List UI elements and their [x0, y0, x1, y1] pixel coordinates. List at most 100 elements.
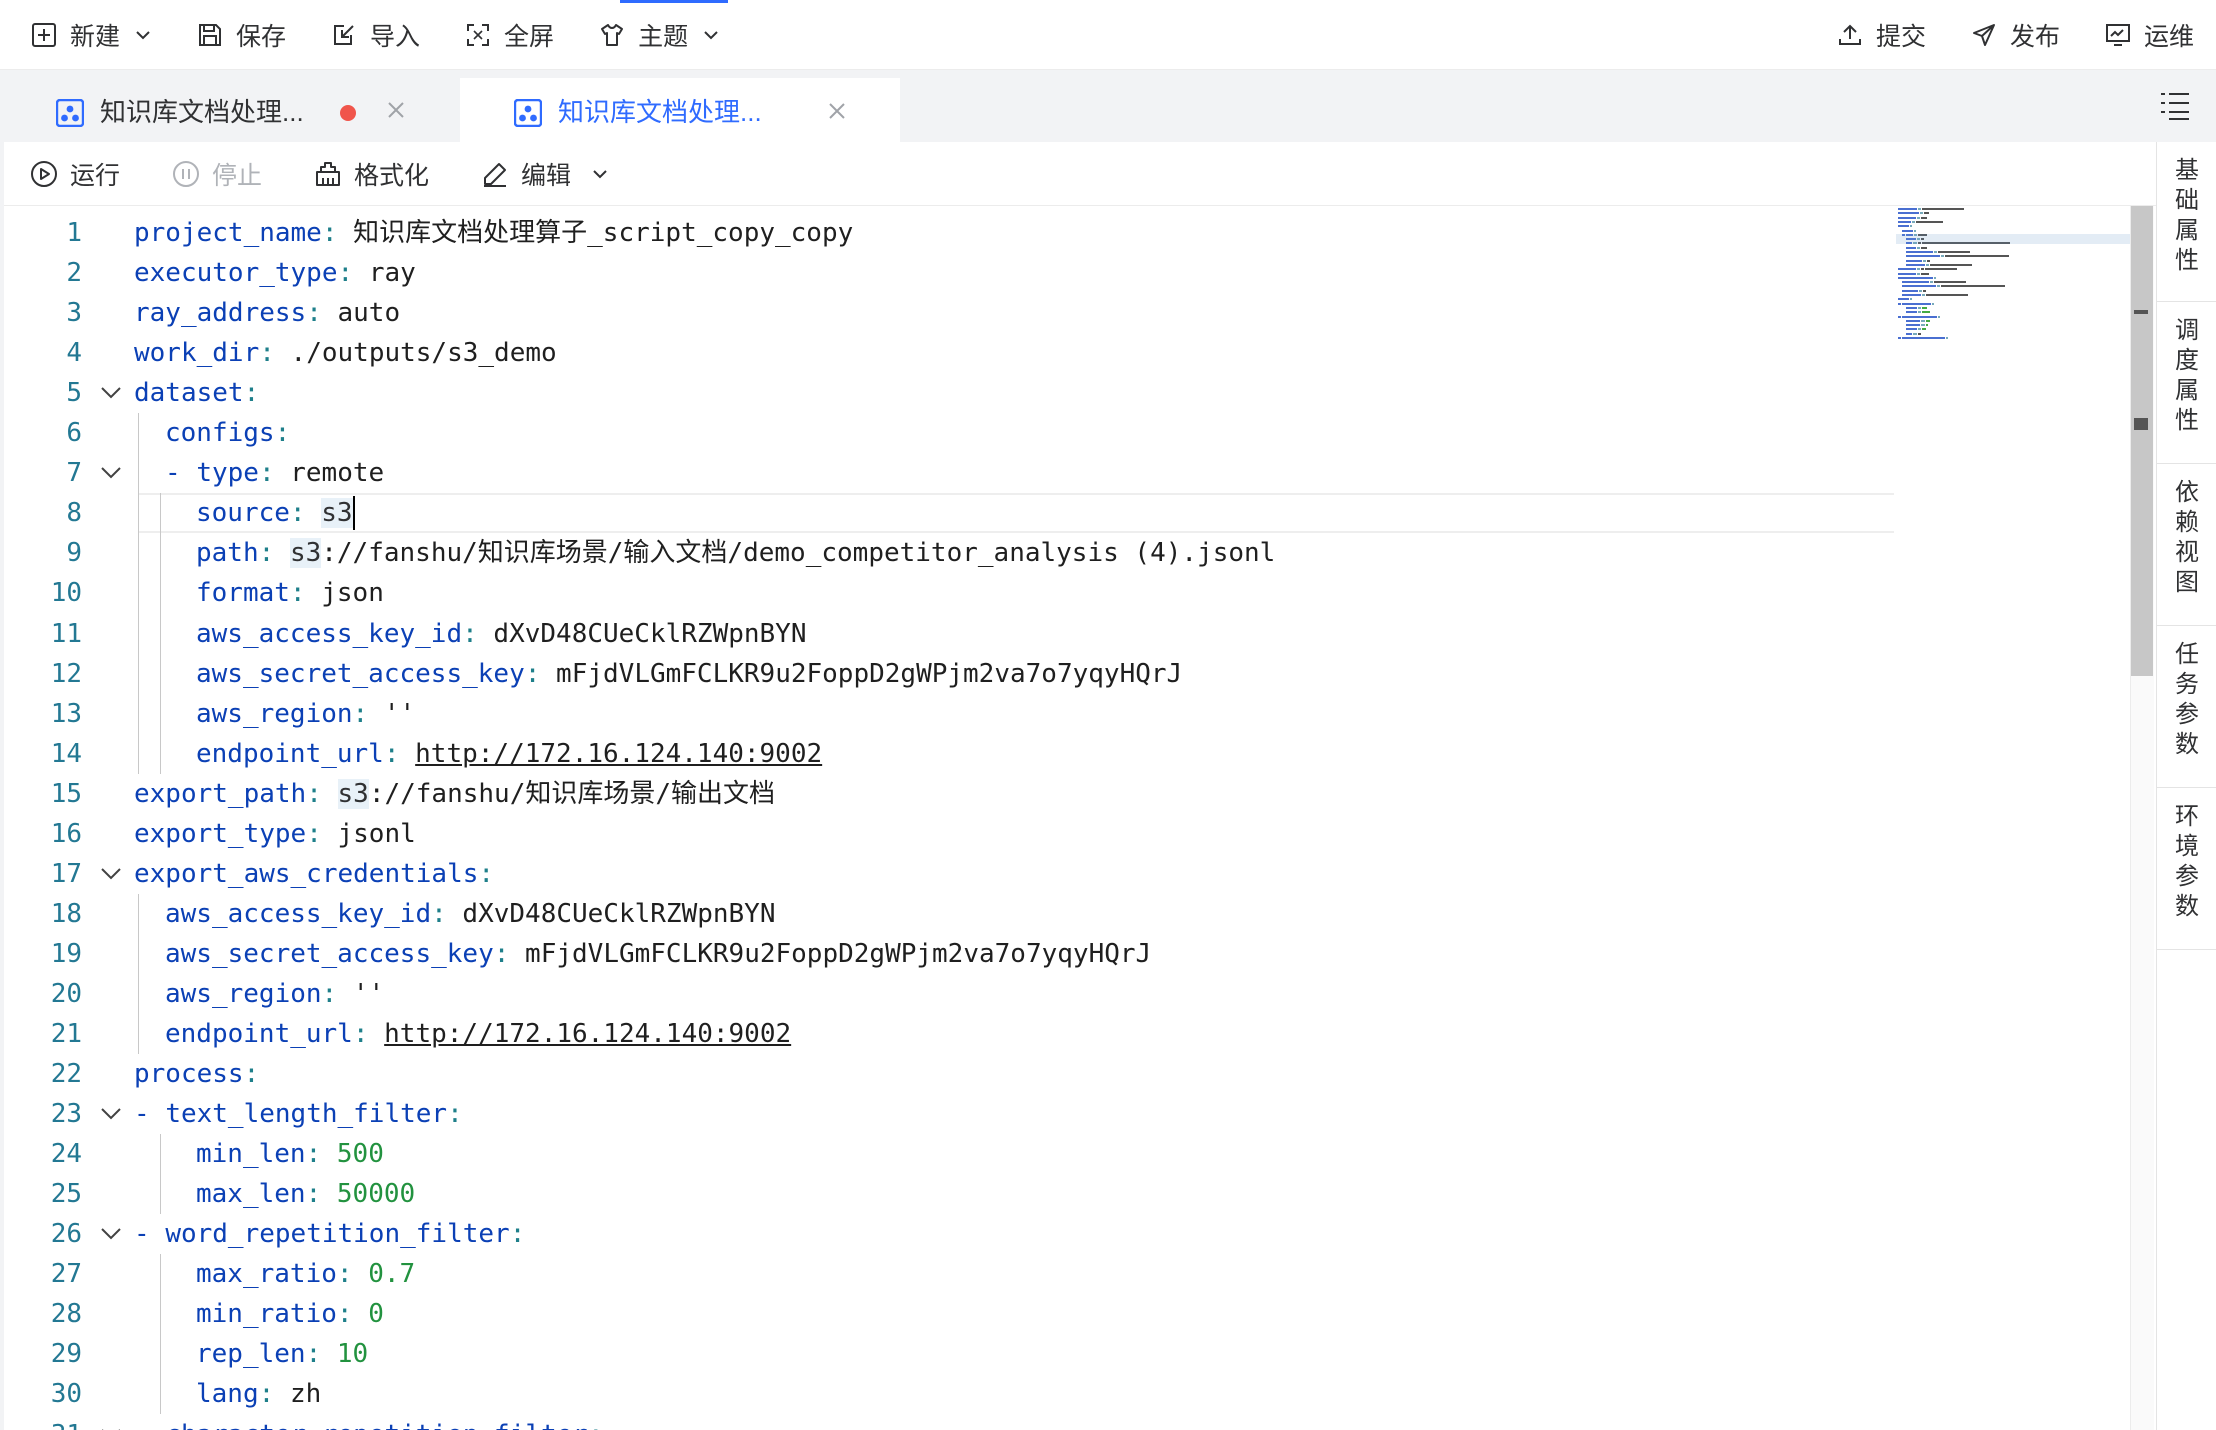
- fold-chevron-icon[interactable]: [100, 1225, 122, 1243]
- code-token: character_repetition_filter: [165, 1420, 588, 1430]
- code-token: :: [258, 538, 290, 569]
- code-token: aws_secret_access_key: [165, 938, 494, 969]
- code-line[interactable]: 27 max_ratio: 0.7: [4, 1254, 1894, 1294]
- ops-button-label: 运维: [2143, 23, 2194, 51]
- code-line[interactable]: 25 max_len: 50000: [4, 1174, 1894, 1214]
- code-line[interactable]: 12 aws_secret_access_key: mFjdVLGmFCLKR9u…: [4, 654, 1894, 694]
- code-line[interactable]: 17 export_aws_credentials:: [4, 854, 1894, 894]
- fold-chevron-icon[interactable]: [100, 464, 122, 482]
- format-brush-icon: [314, 160, 342, 188]
- code-line[interactable]: 11 aws_access_key_id: dXvD48CUeCklRZWpnBY…: [4, 614, 1894, 654]
- code-token: mFjdVLGmFCLKR9u2FoppD2gWPjm2va7o7yqyHQrJ: [525, 938, 1152, 969]
- code-line[interactable]: 22 process:: [4, 1054, 1894, 1094]
- ops-button[interactable]: 运维: [2082, 0, 2216, 70]
- code-line[interactable]: 30 lang: zh: [4, 1374, 1894, 1414]
- new-button-label: 新建: [70, 23, 121, 51]
- minimap-viewport[interactable]: [1896, 234, 2132, 244]
- code-token: rep_len: [196, 1339, 306, 1370]
- code-line[interactable]: 2 executor_type: ray: [4, 253, 1894, 293]
- fullscreen-button[interactable]: 全屏: [442, 0, 576, 70]
- code-line[interactable]: 28 min_ratio: 0: [4, 1294, 1894, 1334]
- minimap-token: [1920, 268, 1924, 271]
- code-line[interactable]: 19 aws_secret_access_key: mFjdVLGmFCLKR9u…: [4, 934, 1894, 974]
- code-text: aws_secret_access_key: mFjdVLGmFCLKR9u2F…: [165, 934, 1151, 974]
- code-line[interactable]: 18 aws_access_key_id: dXvD48CUeCklRZWpnBY…: [4, 894, 1894, 934]
- indent-guide: [138, 893, 139, 1055]
- code-text: endpoint_url: http://172.16.124.140:9002: [196, 734, 822, 774]
- import-button[interactable]: 导入: [308, 0, 442, 70]
- minimap-token: [1914, 229, 1917, 232]
- pause-circle-icon: [172, 160, 200, 188]
- side-panel-tab-4[interactable]: 环境参数: [2157, 788, 2216, 950]
- code-line[interactable]: 10 format: json: [4, 573, 1894, 613]
- code-line[interactable]: 13 aws_region: '': [4, 694, 1894, 734]
- side-panel-tab-1[interactable]: 调度属性: [2157, 302, 2216, 464]
- minimap-token: [1917, 332, 1921, 335]
- workflow-icon: [56, 99, 84, 127]
- code-text: process:: [134, 1054, 259, 1094]
- format-button[interactable]: 格式化: [288, 142, 455, 206]
- code-line[interactable]: 4 work_dir: ./outputs/s3_demo: [4, 333, 1894, 373]
- submit-button[interactable]: 提交: [1814, 0, 1948, 70]
- code-line[interactable]: 15 export_path: s3://fanshu/知识库场景/输出文档: [4, 774, 1894, 814]
- vertical-scrollbar-thumb[interactable]: [2131, 206, 2153, 676]
- code-token: project_name: [134, 218, 322, 248]
- code-token: min_len: [196, 1139, 306, 1170]
- tab-script-1[interactable]: 知识库文档处理...: [0, 78, 458, 142]
- fold-chevron-icon[interactable]: [100, 384, 122, 402]
- monitor-chart-icon: [2104, 21, 2132, 49]
- code-line[interactable]: 9 path: s3://fanshu/知识库场景/输入文档/demo_compe…: [4, 533, 1894, 573]
- line-number: 29: [50, 1339, 82, 1370]
- code-line[interactable]: 3 ray_address: auto: [4, 293, 1894, 333]
- code-token: 0: [368, 1299, 384, 1330]
- code-line[interactable]: 14 endpoint_url: http://172.16.124.140:90…: [4, 734, 1894, 774]
- code-line[interactable]: 31 - character_repetition_filter:: [4, 1415, 1894, 1430]
- code-line[interactable]: 1 project_name: 知识库文档处理算子_script_copy_cop…: [4, 213, 1894, 253]
- shirt-icon: [598, 21, 626, 49]
- side-panel-tab-0[interactable]: 基础属性: [2157, 142, 2216, 302]
- top-toolbar: 新建 保存 导入 全屏 主题 提交 发布 运维: [0, 0, 2216, 70]
- code-line[interactable]: 7 - type: remote: [4, 453, 1894, 493]
- code-line[interactable]: 5 dataset:: [4, 373, 1894, 413]
- close-icon[interactable]: [826, 100, 848, 122]
- code-editor[interactable]: 1 project_name: 知识库文档处理算子_script_copy_cop…: [4, 206, 2130, 1430]
- theme-button[interactable]: 主题: [576, 0, 742, 70]
- save-button[interactable]: 保存: [174, 0, 308, 70]
- code-token: auto: [337, 298, 401, 329]
- line-number: 6: [66, 418, 82, 449]
- outline-list-icon[interactable]: [2158, 88, 2192, 122]
- code-line[interactable]: 29 rep_len: 10: [4, 1334, 1894, 1374]
- minimap-token: [1910, 298, 1913, 301]
- minimap-token: [1923, 289, 1927, 292]
- code-line[interactable]: 16 export_type: jsonl: [4, 814, 1894, 854]
- fold-chevron-icon[interactable]: [100, 865, 122, 883]
- side-panel-tab-2[interactable]: 依赖视图: [2157, 464, 2216, 626]
- stop-button[interactable]: 停止: [146, 142, 288, 206]
- code-line[interactable]: 6 configs:: [4, 413, 1894, 453]
- minimap-token: [1902, 315, 1938, 318]
- edit-button[interactable]: 编辑: [455, 142, 635, 206]
- publish-button[interactable]: 发布: [1948, 0, 2082, 70]
- code-text: max_len: 50000: [196, 1174, 415, 1214]
- minimap-token: [1918, 306, 1922, 309]
- minimap-token: [1921, 319, 1925, 322]
- side-panel-tab-3[interactable]: 任务参数: [2157, 626, 2216, 788]
- save-button-label: 保存: [236, 23, 287, 51]
- code-line[interactable]: 23 - text_length_filter:: [4, 1094, 1894, 1134]
- fold-chevron-icon[interactable]: [100, 1426, 122, 1430]
- code-line[interactable]: 20 aws_region: '': [4, 974, 1894, 1014]
- new-button[interactable]: 新建: [8, 0, 174, 70]
- minimap-token: [1898, 216, 1916, 219]
- code-line[interactable]: 26 - word_repetition_filter:: [4, 1214, 1894, 1254]
- minimap[interactable]: [1896, 206, 2132, 416]
- minimap-token: [1906, 259, 1922, 262]
- minimap-token: [1906, 251, 1934, 253]
- close-icon[interactable]: [385, 99, 407, 121]
- fold-chevron-icon[interactable]: [100, 1105, 122, 1123]
- code-line[interactable]: 8 source: s3: [4, 493, 1894, 533]
- run-button[interactable]: 运行: [4, 142, 146, 206]
- code-line[interactable]: 21 endpoint_url: http://172.16.124.140:90…: [4, 1014, 1894, 1054]
- code-token: -: [165, 458, 197, 489]
- line-number: 13: [50, 698, 82, 729]
- code-line[interactable]: 24 min_len: 500: [4, 1134, 1894, 1174]
